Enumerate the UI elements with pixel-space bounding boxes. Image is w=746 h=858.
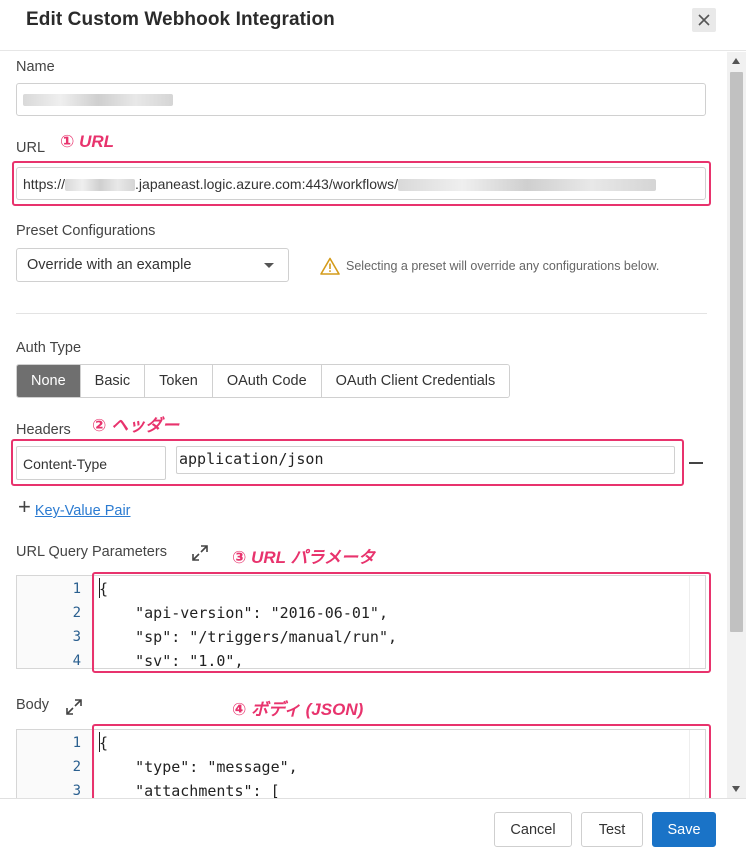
preset-value: Override with an example bbox=[27, 257, 192, 273]
annotation-body: ④ ボディ (JSON) bbox=[232, 700, 364, 719]
auth-option-oauth-code[interactable]: OAuth Code bbox=[212, 365, 322, 397]
section-divider bbox=[16, 313, 707, 314]
annotation-url: ① URL bbox=[60, 132, 115, 151]
auth-option-none[interactable]: None bbox=[17, 365, 81, 397]
plus-icon: + bbox=[18, 494, 31, 519]
dialog-scrollbar[interactable] bbox=[727, 52, 746, 798]
dialog-header: Edit Custom Webhook Integration bbox=[0, 0, 746, 51]
add-key-value-pair-link[interactable]: Key-Value Pair bbox=[35, 503, 131, 519]
close-icon bbox=[698, 14, 710, 26]
auth-option-basic[interactable]: Basic bbox=[80, 365, 146, 397]
name-input[interactable] bbox=[16, 83, 706, 116]
cancel-button[interactable]: Cancel bbox=[494, 812, 572, 847]
add-key-value-pair[interactable]: + Key-Value Pair bbox=[18, 494, 131, 520]
preset-warning-text: Selecting a preset will override any con… bbox=[346, 259, 660, 273]
warning-icon bbox=[320, 257, 340, 275]
annotation-box-body bbox=[92, 724, 711, 804]
preset-warning: Selecting a preset will override any con… bbox=[320, 257, 659, 275]
chevron-down-icon bbox=[264, 263, 274, 268]
name-label: Name bbox=[16, 59, 55, 75]
line-number: 2 bbox=[72, 759, 81, 775]
url-label: URL bbox=[16, 140, 46, 156]
line-number: 4 bbox=[72, 653, 81, 669]
line-number: 2 bbox=[72, 605, 81, 621]
remove-header-button[interactable] bbox=[689, 462, 703, 464]
test-button[interactable]: Test bbox=[581, 812, 643, 847]
annotation-box-query bbox=[92, 572, 711, 673]
preset-label: Preset Configurations bbox=[16, 223, 156, 239]
close-button[interactable] bbox=[692, 8, 716, 32]
query-params-label: URL Query Parameters bbox=[16, 544, 167, 560]
scroll-down-icon[interactable] bbox=[732, 786, 740, 792]
preset-select[interactable]: Override with an example bbox=[16, 248, 289, 282]
auth-option-oauth-client-credentials[interactable]: OAuth Client Credentials bbox=[321, 365, 510, 397]
auth-option-token[interactable]: Token bbox=[145, 365, 213, 397]
auth-type-label: Auth Type bbox=[16, 340, 82, 356]
line-number: 1 bbox=[72, 581, 81, 597]
headers-label: Headers bbox=[16, 422, 71, 438]
scroll-up-icon[interactable] bbox=[732, 58, 740, 64]
save-button[interactable]: Save bbox=[652, 812, 716, 847]
auth-type-segmented: None Basic Token OAuth Code OAuth Client… bbox=[16, 364, 511, 398]
line-number: 3 bbox=[72, 629, 81, 645]
expand-icon[interactable] bbox=[190, 543, 210, 563]
line-number: 3 bbox=[72, 783, 81, 798]
redacted-name bbox=[23, 94, 173, 107]
dialog-title: Edit Custom Webhook Integration bbox=[26, 9, 335, 30]
annotation-box-headers bbox=[11, 439, 684, 486]
annotation-headers: ② ヘッダー bbox=[92, 416, 180, 435]
scrollbar-thumb[interactable] bbox=[730, 72, 743, 632]
expand-icon[interactable] bbox=[64, 697, 84, 717]
line-number: 1 bbox=[72, 735, 81, 751]
body-label: Body bbox=[16, 697, 50, 713]
annotation-query: ③ URL パラメータ bbox=[232, 548, 375, 567]
annotation-box-url bbox=[12, 161, 711, 206]
